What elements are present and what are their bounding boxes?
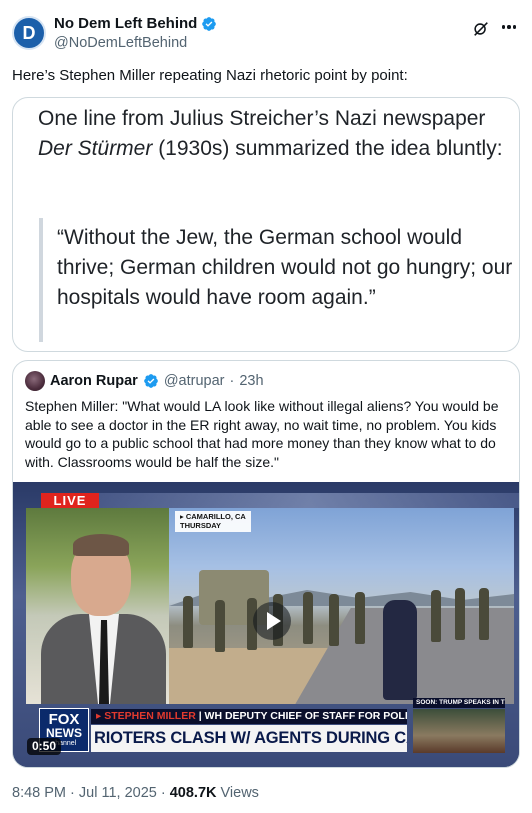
tweet-time[interactable]: 8:48 PM [12, 785, 66, 801]
views-label: Views [216, 785, 259, 801]
scene-agent [183, 596, 193, 648]
chyron-title: | WH DEPUTY CHIEF OF STAFF FOR POLICY [195, 710, 407, 722]
author-handle[interactable]: @NoDemLeftBehind [54, 35, 187, 51]
scene-agent [303, 592, 313, 644]
scene-agent [479, 588, 489, 640]
lead-italic: Der Stürmer [38, 137, 153, 160]
quoted-tweet[interactable]: Aaron Rupar @atrupar · 23h Stephen Mille… [12, 360, 520, 768]
scene-agent [329, 594, 339, 646]
fox-logo-line1: FOX [48, 711, 80, 728]
more-options-icon[interactable] [498, 17, 520, 37]
grok-icon[interactable] [472, 20, 490, 38]
speaker-hair [73, 534, 129, 556]
scene-civilian [383, 600, 417, 700]
image-lead-text: One line from Julius Streicher’s Nazi ne… [38, 104, 508, 164]
chyron-headline: RIOTERS CLASH W/ AGENTS DURING CA IMMIGR… [91, 725, 407, 752]
scene-agent [355, 592, 365, 644]
lead-before: One line from Julius Streicher’s Nazi ne… [38, 107, 486, 130]
blockquote-bar [39, 218, 43, 342]
quoted-tweet-header: Aaron Rupar @atrupar · 23h [25, 371, 264, 391]
play-icon [267, 612, 281, 630]
tweet-meta: 8:48 PM · Jul 11, 2025 · 408.7K Views [12, 785, 259, 801]
chyron-nameplate: ▸ STEPHEN MILLER | WH DEPUTY CHIEF OF ST… [91, 709, 407, 724]
verified-badge-icon [143, 374, 158, 388]
play-button[interactable] [253, 602, 291, 640]
more-dot [501, 25, 506, 29]
tweet-date[interactable]: Jul 11, 2025 [79, 785, 157, 801]
views-count[interactable]: 408.7K [170, 785, 217, 801]
tweet-text: Here’s Stephen Miller repeating Nazi rhe… [12, 67, 408, 84]
live-strip [99, 493, 519, 508]
image-quote-text: “Without the Jew, the German school woul… [57, 226, 513, 309]
chyron-name: ▸ STEPHEN MILLER [96, 710, 196, 722]
quoted-tweet-text: Stephen Miller: "What would LA look like… [25, 398, 499, 470]
lead-after: (1930s) summarized the idea bluntly: [152, 137, 503, 160]
verified-badge-icon [202, 16, 217, 31]
author-avatar[interactable]: D [12, 16, 46, 50]
quoted-author-avatar [25, 371, 45, 391]
avatar-letter: D [22, 22, 36, 43]
soon-thumbnail [413, 709, 505, 753]
location-label: ▸ CAMARILLO, CA THURSDAY [175, 511, 251, 532]
video-duration: 0:50 [27, 738, 62, 755]
meta-separator: · [66, 785, 79, 801]
scene-agent [431, 590, 441, 642]
quoted-time: 23h [239, 373, 264, 389]
video-scene-pane: ▸ CAMARILLO, CA THURSDAY [169, 508, 514, 704]
location-line2: THURSDAY [180, 520, 221, 530]
scene-agent [455, 588, 465, 640]
quoted-author-name: Aaron Rupar [50, 373, 138, 389]
more-dot [512, 25, 517, 29]
more-dot [507, 25, 511, 29]
live-badge: LIVE [41, 493, 99, 508]
quoted-author-handle: @atrupar [163, 373, 225, 389]
tweet-header: D No Dem Left Behind @NoDemLeftBehind [12, 14, 520, 54]
author-display-name[interactable]: No Dem Left Behind [54, 15, 197, 32]
author-name-row: No Dem Left Behind [54, 15, 217, 32]
attached-image[interactable]: One line from Julius Streicher’s Nazi ne… [12, 97, 520, 352]
meta-separator: · [156, 785, 170, 801]
video-player[interactable]: LIVE ▸ CAMARILLO, CA THURSDAY FOX NEWS c… [13, 482, 519, 767]
video-speaker-pane [26, 508, 169, 704]
soon-label: SOON: TRUMP SPEAKS IN TX [413, 698, 505, 708]
quoted-separator: · [229, 373, 235, 389]
scene-agent [215, 600, 225, 652]
